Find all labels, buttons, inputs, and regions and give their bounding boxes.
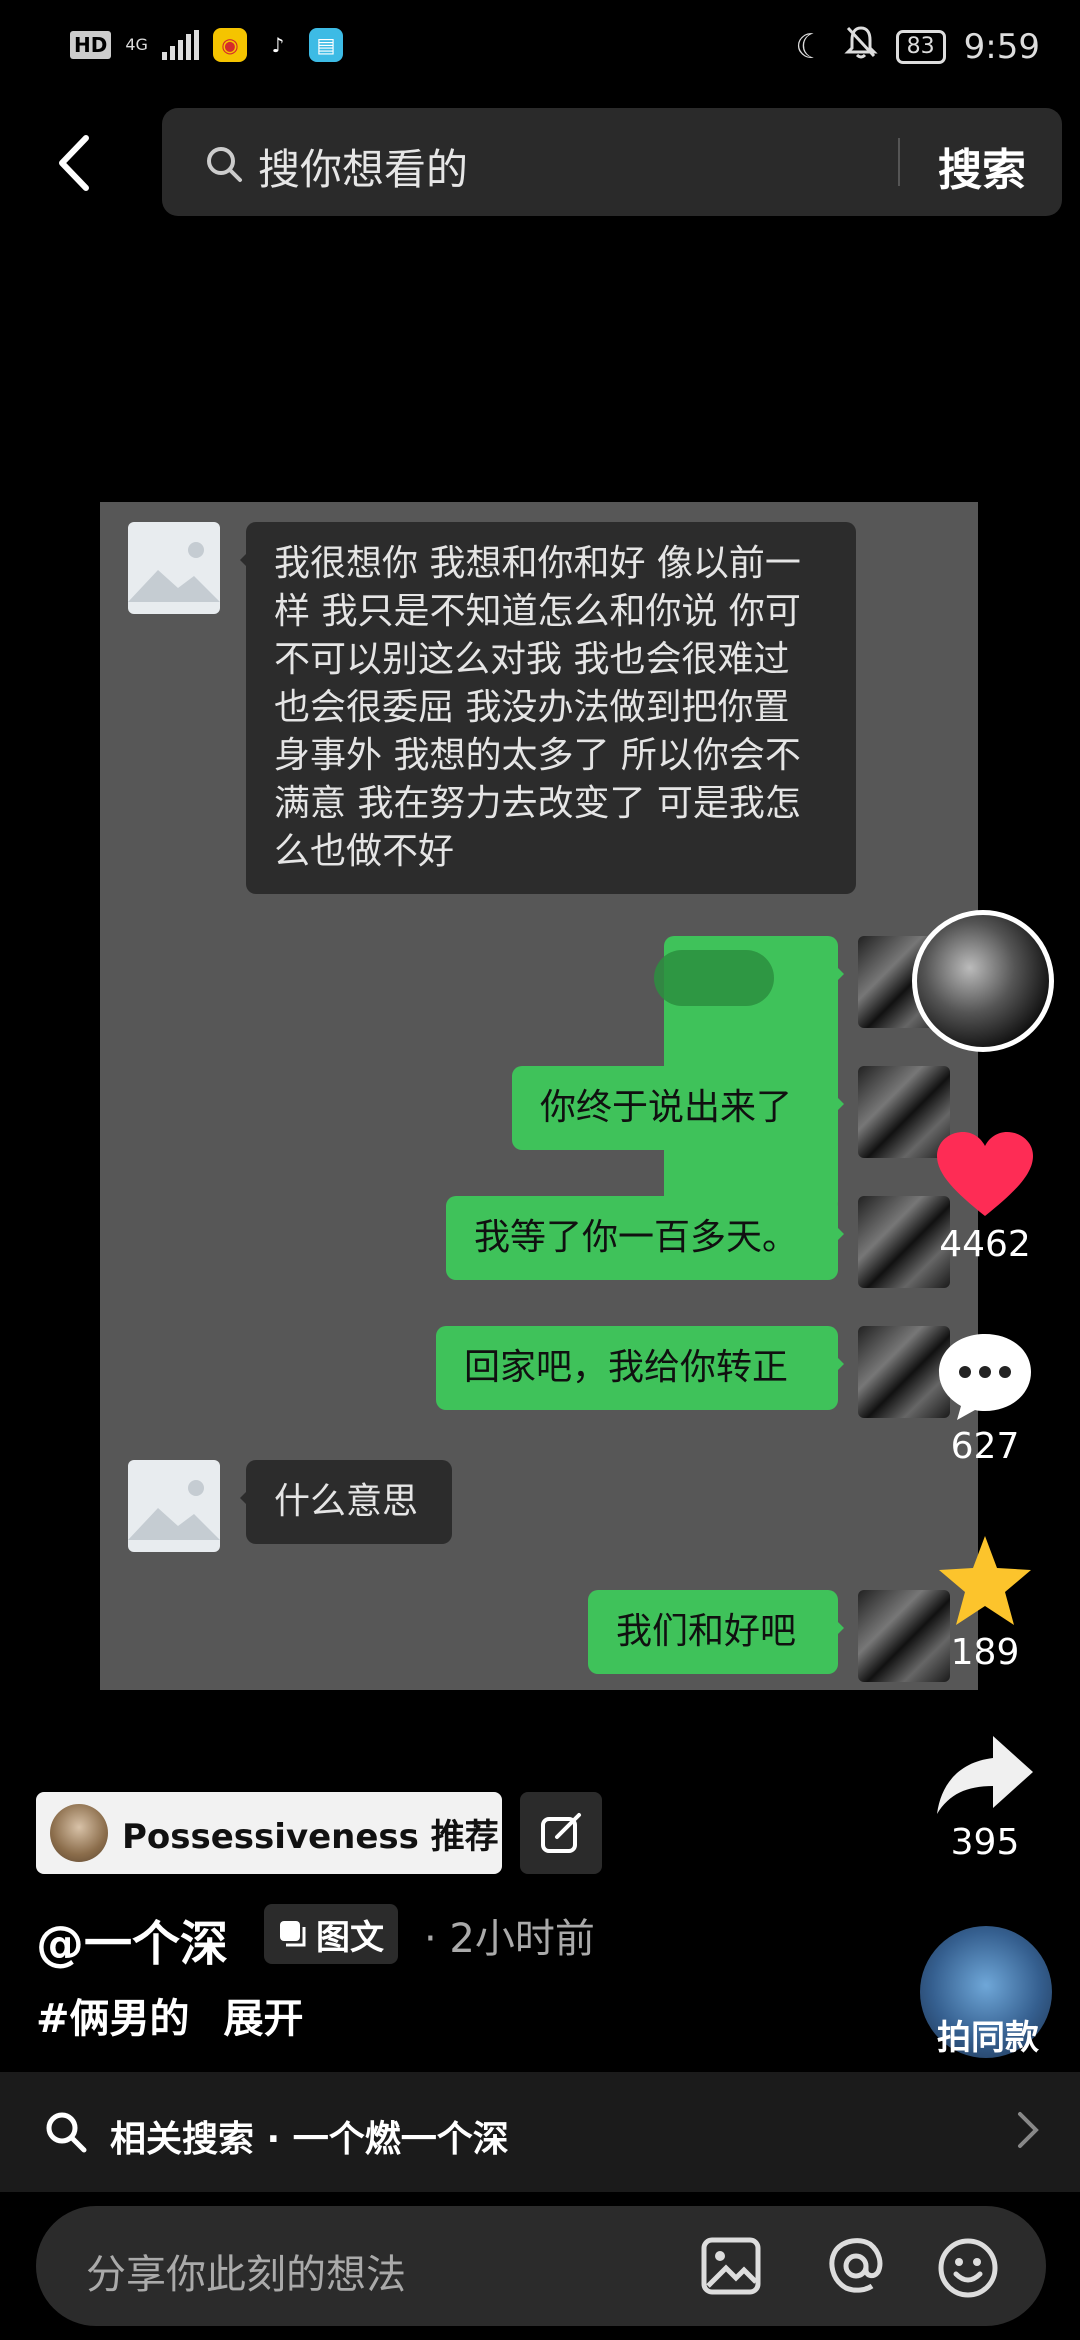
comment-count: 627 [950,1426,1020,1467]
share-arrow-icon [937,1736,1033,1814]
chat-bubble-right: 回家吧，我给你转正 [436,1326,844,1410]
image-placeholder-icon [128,542,220,602]
chat-bubble-right: 你终于说出来了 [512,1066,844,1150]
share-button[interactable]: 395 [925,1732,1045,1863]
search-input[interactable]: 搜你想看的 搜索 [162,108,1062,216]
status-right: ☾ 83 9:59 [795,24,1040,69]
search-icon [46,2112,87,2153]
edit-icon [541,1813,581,1853]
recommendation-pill[interactable]: Possessiveness 推荐 [36,1792,502,1874]
battery-indicator: 83 [895,29,946,64]
author-avatar[interactable] [912,910,1054,1052]
comment-icon [939,1334,1031,1420]
post-type-badge: 图文 [264,1904,398,1964]
signal-icon [161,30,199,60]
back-button[interactable] [50,128,100,198]
recommendation-text: Possessiveness 推荐 [122,1816,499,1857]
expand-button[interactable]: 展开 [223,1996,303,2042]
image-text-icon [280,1921,306,1947]
search-icon [207,147,242,182]
clock: 9:59 [963,26,1040,67]
like-button[interactable]: 4462 [925,1130,1045,1265]
related-search-bar[interactable]: 相关搜索 · 一个燃一个深 [0,2072,1080,2192]
hashtag[interactable]: #俩男的 [36,1996,190,2042]
chat-bubble-left: 我很想你 我想和你和好 像以前一 样 我只是不知道怎么和你说 你可 不可以别这么… [240,522,856,894]
comment-placeholder: 分享你此刻的想法 [86,2252,406,2298]
related-search-text: 相关搜索 · 一个燃一个深 [110,2119,509,2160]
favorite-count: 189 [950,1632,1020,1673]
film-same-label: 拍同款 [937,2018,1039,2058]
moon-icon: ☾ [795,26,826,67]
search-placeholder: 搜你想看的 [258,145,469,194]
image-placeholder-icon [128,1480,220,1540]
like-count: 4462 [939,1224,1031,1265]
mute-bell-icon [844,24,878,69]
recommender-avatar [50,1804,108,1862]
search-button[interactable]: 搜索 [938,134,1026,198]
share-count: 395 [950,1822,1020,1863]
post-image[interactable]: 我很想你 我想和你和好 像以前一 样 我只是不知道怎么和你说 你可 不可以别这么… [100,502,978,1690]
emoji-icon[interactable] [936,2236,1000,2300]
chat-bubble-right: 我们和好吧 [588,1590,844,1674]
heart-icon [937,1132,1033,1216]
contact-avatar [128,1460,220,1552]
status-left: HD 4G ◉ ♪ ▤ [70,28,343,62]
comment-button[interactable]: 627 [925,1330,1045,1467]
favorite-button[interactable]: 189 [925,1532,1045,1673]
star-icon [939,1536,1031,1625]
author-name[interactable]: @一个深 [36,1904,228,1974]
post-time: · 2小时前 [424,1916,595,1962]
network-type: 4G [125,35,148,54]
search-divider [898,138,900,186]
status-bar: HD 4G ◉ ♪ ▤ ☾ 83 9:59 [0,0,1080,90]
comment-input[interactable]: 分享你此刻的想法 [36,2206,1046,2326]
chat-bubble-left: 什么意思 [240,1460,452,1544]
contact-avatar [128,522,220,614]
chevron-left-icon [59,135,89,191]
edit-button[interactable] [520,1792,602,1874]
hd-indicator: HD [70,31,112,59]
image-icon[interactable] [700,2236,762,2296]
post-description: #俩男的 展开 [36,1986,303,2044]
tiktok-icon: ♪ [260,28,295,62]
at-mention-icon[interactable] [826,2236,886,2296]
chat-bubble-right: 我等了你一百多天。 [446,1196,844,1280]
reader-app-icon: ▤ [308,28,343,62]
chevron-right-icon [1018,2112,1039,2148]
redaction-scribble [654,950,774,1006]
weibo-icon: ◉ [212,28,247,62]
